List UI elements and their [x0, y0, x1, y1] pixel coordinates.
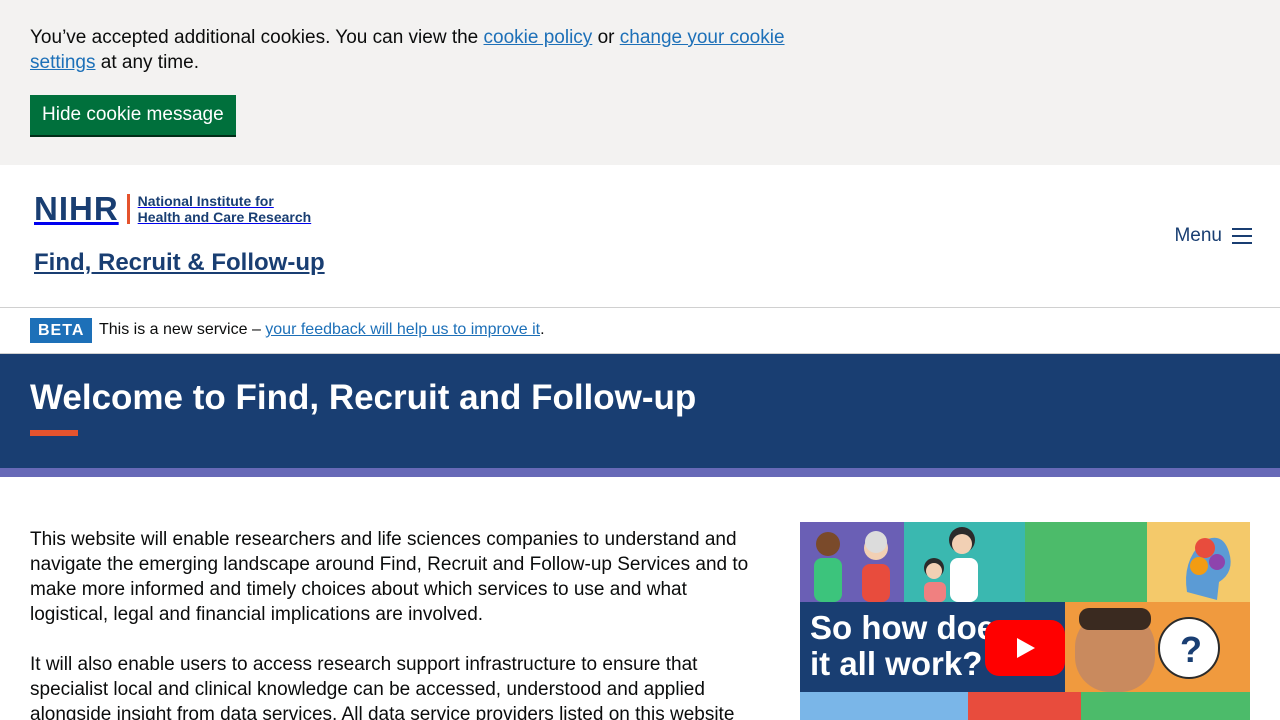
logo-divider [126, 194, 130, 224]
hero-banner: Welcome to Find, Recruit and Follow-up [0, 354, 1280, 468]
page-title: Welcome to Find, Recruit and Follow-up [30, 378, 697, 417]
play-button[interactable] [985, 620, 1065, 676]
video-player[interactable]: ? So how does it all work? [800, 522, 1250, 720]
beta-tag: BETA [30, 318, 93, 343]
beta-message: This is a new service – your feedback wi… [99, 321, 545, 339]
cookie-text-end: at any time. [95, 52, 199, 73]
intro-content: This website will enable researchers and… [30, 527, 760, 720]
cookie-policy-link[interactable]: cookie policy [484, 27, 593, 48]
video-tile-family [904, 522, 1025, 602]
intro-paragraph-2: It will also enable users to access rese… [30, 654, 735, 720]
video-title: So how does it all work? [810, 610, 1014, 682]
play-icon [1017, 638, 1035, 658]
video-tile-green [1025, 522, 1147, 602]
site-header: NIHR National Institute for Health and C… [0, 165, 1280, 308]
svg-text:?: ? [1180, 629, 1202, 670]
cookie-banner: You’ve accepted additional cookies. You … [0, 0, 1280, 165]
video-tile-people [800, 522, 904, 602]
cookie-text-start: You’ve accepted additional cookies. You … [30, 27, 484, 48]
logo-line-2: Health and Care Research [137, 209, 312, 225]
video-title-line-1: So how does [810, 609, 1014, 646]
video-title-line-2: it all work? [810, 645, 983, 682]
hamburger-icon [1232, 228, 1252, 244]
thinking-person-illustration: ? [1075, 608, 1220, 692]
cookie-text-middle: or [592, 27, 620, 48]
beta-text: This is a new service – [99, 321, 266, 338]
menu-button[interactable]: Menu [1174, 225, 1252, 247]
feedback-link[interactable]: your feedback will help us to improve it [265, 321, 540, 338]
nihr-logo-subtitle: National Institute for Health and Care R… [138, 193, 312, 225]
colourful-head-illustration [1186, 537, 1231, 600]
hero-stripe [0, 468, 1280, 477]
video-tile-hospital [800, 692, 968, 720]
video-tile-green-bottom [1081, 692, 1250, 720]
cookie-message: You’ve accepted additional cookies. You … [30, 25, 820, 75]
intro-paragraph-1: This website will enable researchers and… [30, 529, 749, 625]
video-tile-head [1147, 522, 1250, 602]
video-tile-thinking: ? [1065, 602, 1250, 692]
nihr-logo[interactable]: NIHR National Institute for Health and C… [34, 190, 312, 227]
beta-text-end: . [540, 321, 545, 338]
logo-line-1: National Institute for [137, 193, 274, 209]
nihr-logo-mark: NIHR [34, 190, 119, 227]
hide-cookie-message-button[interactable]: Hide cookie message [30, 95, 236, 135]
people-illustration [814, 531, 890, 602]
service-name-link[interactable]: Find, Recruit & Follow-up [34, 249, 325, 277]
family-illustration [924, 527, 978, 602]
title-accent-bar [30, 430, 78, 436]
video-tile-red [968, 692, 1081, 720]
menu-label: Menu [1174, 225, 1222, 246]
phase-banner: BETA This is a new service – your feedba… [0, 308, 1280, 354]
